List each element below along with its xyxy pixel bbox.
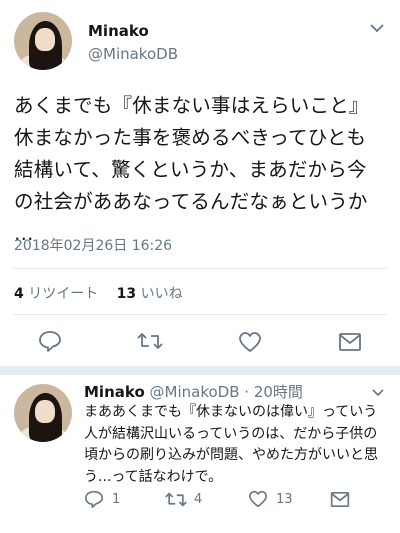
reply-text: まああくまでも『休まないのは偉い』っていう 人が結構沢山いるっていうのは、だから… xyxy=(84,404,378,485)
tweet-stats: 4 リツイート 13 いいね xyxy=(14,283,197,303)
divider xyxy=(14,268,386,269)
author-name[interactable]: Minako xyxy=(88,22,149,40)
section-divider xyxy=(0,366,400,375)
author-handle[interactable]: @MinakoDB xyxy=(150,383,240,401)
reply-count: 1 xyxy=(112,492,121,507)
reply-header: Minako @MinakoDB · 20時間 xyxy=(84,381,303,402)
likes-label[interactable]: いいね xyxy=(141,286,183,302)
message-icon[interactable] xyxy=(330,491,350,508)
retweet-icon[interactable] xyxy=(136,331,164,351)
avatar[interactable] xyxy=(14,12,72,70)
chevron-down-icon[interactable] xyxy=(370,23,384,33)
chevron-down-icon[interactable] xyxy=(372,388,384,397)
like-count: 13 xyxy=(276,492,293,507)
tweet-text: あくまでも『休まない事はえらいこと』 休まなかった事を褒めるべきってひとも 結構… xyxy=(14,94,369,245)
author-handle[interactable]: @MinakoDB xyxy=(88,45,178,63)
author-name[interactable]: Minako xyxy=(84,383,145,401)
tweet-timestamp[interactable]: 2018年02月26日 16:26 xyxy=(14,235,172,255)
like-icon[interactable] xyxy=(248,490,268,508)
retweets-label[interactable]: リツイート xyxy=(28,286,98,302)
likes-count[interactable]: 13 xyxy=(117,286,136,302)
message-icon[interactable] xyxy=(338,332,362,352)
divider xyxy=(14,314,386,315)
retweets-count[interactable]: 4 xyxy=(14,286,24,302)
reply-icon[interactable] xyxy=(38,330,62,352)
retweet-count: 4 xyxy=(194,492,203,507)
avatar[interactable] xyxy=(14,384,72,442)
reply-icon[interactable] xyxy=(84,490,104,508)
retweet-icon[interactable] xyxy=(164,491,188,508)
tweet-time[interactable]: · 20時間 xyxy=(244,383,303,401)
like-icon[interactable] xyxy=(238,331,262,353)
